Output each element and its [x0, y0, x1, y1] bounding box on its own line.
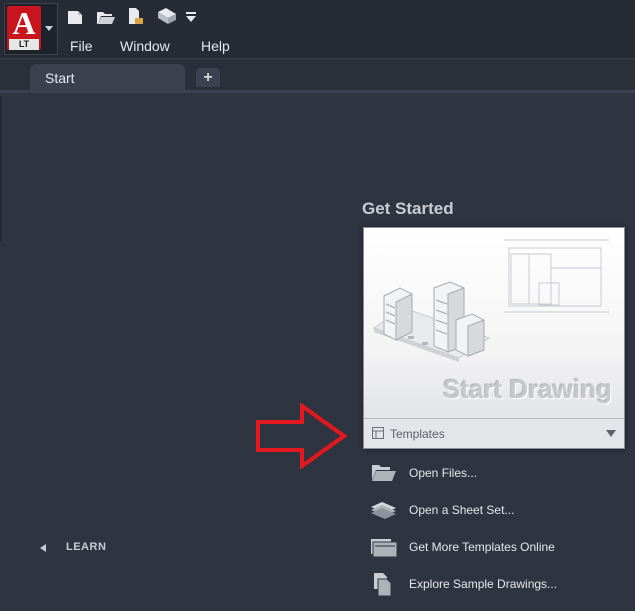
new-tab-button[interactable]: +	[196, 68, 220, 87]
open-sheet-set-link[interactable]: Open a Sheet Set...	[368, 497, 608, 523]
learn-label: LEARN	[66, 541, 107, 553]
tab-start-label: Start	[45, 70, 75, 86]
templates-online-icon	[371, 539, 398, 558]
tab-underline	[0, 90, 635, 93]
plot-icon[interactable]	[156, 6, 176, 24]
templates-dropdown[interactable]: Templates	[364, 418, 624, 448]
template-icon	[372, 427, 384, 439]
menu-help[interactable]: Help	[201, 38, 230, 54]
application-menu-button[interactable]: A LT	[4, 3, 58, 55]
new-file-icon[interactable]	[66, 8, 84, 26]
open-folder-icon[interactable]	[96, 8, 115, 26]
sample-drawings-icon	[374, 573, 392, 597]
open-files-link[interactable]: Open Files...	[368, 460, 608, 486]
tab-start[interactable]: Start	[30, 64, 185, 91]
title-bar: A LT File Window Help	[0, 0, 635, 58]
chevron-left-icon	[40, 544, 46, 552]
get-more-templates-link[interactable]: Get More Templates Online	[368, 534, 608, 560]
customize-dropdown-icon[interactable]	[185, 11, 203, 29]
get-started-heading: Get Started	[362, 199, 454, 218]
templates-label: Templates	[390, 427, 445, 441]
left-edge-divider	[0, 96, 2, 241]
chevron-down-icon	[45, 26, 53, 31]
save-icon[interactable]	[126, 6, 144, 24]
chevron-down-icon	[606, 430, 616, 437]
open-files-label: Open Files...	[409, 466, 478, 480]
start-drawing-title: Start Drawing	[442, 374, 612, 404]
file-tab-bar: Start +	[0, 58, 635, 93]
open-folder-icon	[372, 465, 396, 481]
logo-edition: LT	[9, 39, 39, 50]
menu-file[interactable]: File	[70, 38, 93, 54]
autocad-lt-logo: A LT	[7, 6, 41, 50]
open-sheet-set-label: Open a Sheet Set...	[409, 503, 515, 517]
sheet-set-icon	[371, 502, 396, 519]
explore-sample-drawings-link[interactable]: Explore Sample Drawings...	[368, 571, 608, 597]
red-annotation-arrow	[256, 403, 347, 469]
get-more-templates-label: Get More Templates Online	[409, 540, 555, 554]
start-drawing-card[interactable]: Start Drawing Templates	[363, 227, 625, 449]
logo-letter: A	[12, 5, 36, 41]
explore-sample-drawings-label: Explore Sample Drawings...	[409, 577, 558, 591]
menu-window[interactable]: Window	[120, 38, 170, 54]
